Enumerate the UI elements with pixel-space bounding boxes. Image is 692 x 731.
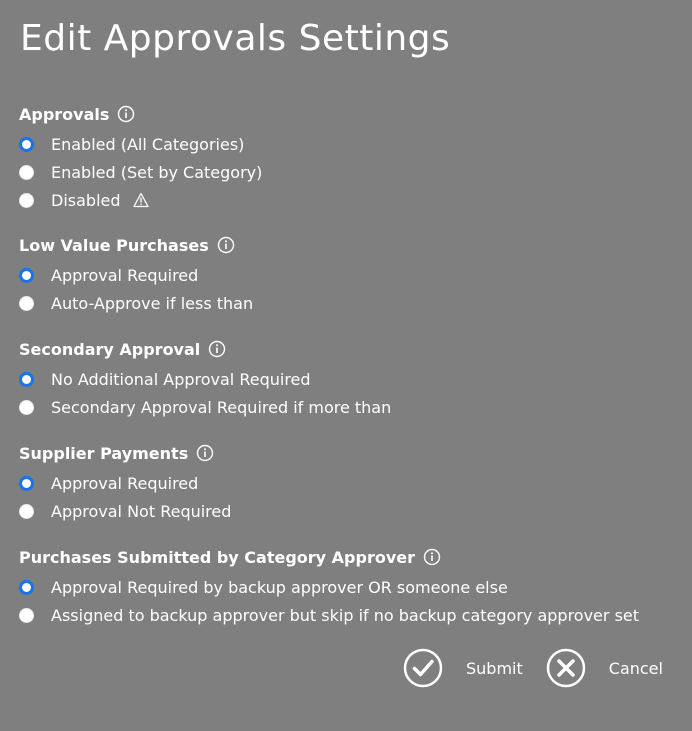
option-label: Approval Required [51,473,199,493]
radio-button[interactable] [19,503,34,519]
option-no-additional-approval[interactable]: No Additional Approval Required [19,365,391,393]
info-icon[interactable] [208,340,226,358]
option-disabled[interactable]: Disabled [19,186,262,214]
warning-icon [132,192,149,208]
info-icon[interactable] [423,548,441,566]
cancel-label[interactable]: Cancel [609,659,663,678]
option-label: No Additional Approval Required [51,369,311,389]
radio-button[interactable] [19,371,34,387]
section-label-secondary-approval: Secondary Approval [19,339,201,359]
option-supplier-approval-required[interactable]: Approval Required [19,469,231,497]
check-circle-icon[interactable] [403,648,443,688]
cancel-button[interactable]: Cancel [546,648,663,688]
option-secondary-approval-required[interactable]: Secondary Approval Required if more than [19,393,391,421]
section-label-low-value-purchases: Low Value Purchases [19,235,209,255]
option-label: Approval Required by backup approver OR … [51,577,508,597]
option-label: Secondary Approval Required if more than [51,397,392,417]
option-enabled-set-by-category[interactable]: Enabled (Set by Category) [19,158,262,186]
option-backup-or-someone-else[interactable]: Approval Required by backup approver OR … [19,573,639,601]
option-approval-required[interactable]: Approval Required [19,261,253,289]
section-label-purchases-by-category-approver: Purchases Submitted by Category Approver [19,547,416,567]
option-label: Approval Not Required [51,501,232,521]
radio-button[interactable] [19,399,34,415]
option-enabled-all-categories[interactable]: Enabled (All Categories) [19,130,262,158]
submit-button[interactable]: Submit [403,648,523,688]
radio-button[interactable] [19,136,34,152]
section-header: Approvals [19,103,262,125]
section-label-supplier-payments: Supplier Payments [19,443,189,463]
section-low-value-purchases: Low Value Purchases Approval Required Au… [19,234,253,317]
option-supplier-approval-not-required[interactable]: Approval Not Required [19,497,231,525]
section-secondary-approval: Secondary Approval No Additional Approva… [19,338,391,421]
dialog-title: Edit Approvals Settings [20,18,451,59]
option-auto-approve[interactable]: Auto-Approve if less than [19,289,253,317]
section-supplier-payments: Supplier Payments Approval Required Appr… [19,442,231,525]
section-approvals: Approvals Enabled (All Categories) Enabl… [19,103,262,214]
option-assigned-to-backup-skip[interactable]: Assigned to backup approver but skip if … [19,601,639,629]
option-label: Enabled (Set by Category) [51,162,263,182]
section-purchases-by-category-approver: Purchases Submitted by Category Approver… [19,546,639,629]
option-label: Assigned to backup approver but skip if … [51,605,640,625]
info-icon[interactable] [196,444,214,462]
section-header: Low Value Purchases [19,234,253,256]
option-label: Enabled (All Categories) [51,134,245,154]
radio-button[interactable] [19,192,34,208]
option-label: Approval Required [51,265,199,285]
option-label: Disabled [51,190,121,210]
section-header: Purchases Submitted by Category Approver [19,546,639,568]
section-header: Supplier Payments [19,442,231,464]
x-circle-icon[interactable] [546,648,586,688]
radio-button[interactable] [19,607,34,623]
radio-button[interactable] [19,579,34,595]
dialog-actions: Submit Cancel [403,648,663,688]
option-label: Auto-Approve if less than [51,293,254,313]
section-header: Secondary Approval [19,338,391,360]
radio-button[interactable] [19,164,34,180]
submit-label[interactable]: Submit [466,659,523,678]
info-icon[interactable] [217,236,235,254]
info-icon[interactable] [117,105,135,123]
radio-button[interactable] [19,267,34,283]
section-label-approvals: Approvals [19,104,110,124]
radio-button[interactable] [19,475,34,491]
radio-button[interactable] [19,295,34,311]
